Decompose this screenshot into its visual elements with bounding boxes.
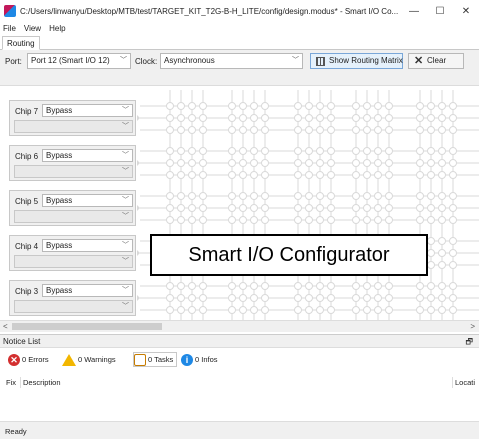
- infos-count: 0 Infos: [195, 355, 218, 364]
- tasks-filter-button[interactable]: 0 Tasks: [133, 352, 178, 367]
- chip-panel: Chip 6 Bypass ﹀ ﹀: [9, 145, 136, 181]
- title-bar: C:/Users/linwanyu/Desktop/MTB/test/TARGE…: [0, 0, 479, 22]
- clear-button[interactable]: ✕ Clear: [408, 53, 464, 69]
- chip-mode-select[interactable]: Bypass ﹀: [42, 149, 133, 162]
- warnings-filter-button[interactable]: 0 Warnings: [62, 352, 116, 367]
- chip-mode-value: Bypass: [46, 151, 73, 160]
- chip-mode-select[interactable]: Bypass ﹀: [42, 284, 133, 297]
- chip-label: Chip 5: [15, 197, 39, 206]
- notice-column-header: Fix Description Locati: [0, 375, 479, 389]
- menu-file[interactable]: File: [0, 24, 21, 33]
- close-icon: ✕: [414, 55, 424, 67]
- chevron-down-icon: ﹀: [122, 168, 129, 175]
- chevron-down-icon: ﹀: [122, 258, 129, 265]
- routing-canvas[interactable]: Chip 7 Bypass ﹀ ﹀ Chip 6 Bypass ﹀ ﹀ Chip…: [0, 88, 479, 320]
- chip-sub-select[interactable]: ﹀: [14, 120, 133, 133]
- scroll-right-icon[interactable]: >: [470, 321, 475, 332]
- error-icon: ✕: [8, 353, 20, 366]
- chevron-down-icon: ﹀: [122, 152, 129, 159]
- column-fix[interactable]: Fix: [6, 378, 16, 387]
- warning-icon: [62, 353, 76, 366]
- overlay-caption: Smart I/O Configurator: [150, 234, 428, 276]
- chip-mode-select[interactable]: Bypass ﹀: [42, 239, 133, 252]
- chevron-down-icon: ﹀: [122, 123, 129, 130]
- warnings-count: 0 Warnings: [78, 355, 116, 364]
- port-select-value: Port 12 (Smart I/O 12): [31, 56, 110, 65]
- chip-mode-select[interactable]: Bypass ﹀: [42, 194, 133, 207]
- infos-filter-button[interactable]: i 0 Infos: [181, 352, 218, 367]
- chevron-down-icon: ﹀: [122, 242, 129, 249]
- task-icon: [134, 353, 146, 366]
- chip-panel: Chip 5 Bypass ﹀ ﹀: [9, 190, 136, 226]
- window-title: C:/Users/linwanyu/Desktop/MTB/test/TARGE…: [20, 6, 399, 16]
- column-location[interactable]: Locati: [455, 378, 475, 387]
- status-bar: Ready: [0, 421, 479, 439]
- clock-label: Clock:: [135, 57, 158, 66]
- scroll-left-icon[interactable]: <: [3, 321, 8, 332]
- chip-panel: Chip 4 Bypass ﹀ ﹀: [9, 235, 136, 271]
- chip-label: Chip 3: [15, 287, 39, 296]
- chip-sub-select[interactable]: ﹀: [14, 300, 133, 313]
- port-label: Port:: [5, 57, 22, 66]
- chip-mode-value: Bypass: [46, 196, 73, 205]
- tab-bar: Routing: [0, 36, 479, 50]
- pin-icon[interactable]: 🗗: [465, 336, 473, 350]
- chip-mode-value: Bypass: [46, 106, 73, 115]
- chip-sub-select[interactable]: ﹀: [14, 210, 133, 223]
- chevron-down-icon: ﹀: [120, 57, 127, 64]
- port-select[interactable]: Port 12 (Smart I/O 12) ﹀: [27, 53, 131, 69]
- show-routing-matrix-button[interactable]: Show Routing Matrix: [310, 53, 403, 69]
- chip-sub-select[interactable]: ﹀: [14, 165, 133, 178]
- chip-mode-select[interactable]: Bypass ﹀: [42, 104, 133, 117]
- info-icon: i: [181, 353, 193, 366]
- chip-panel: Chip 3 Bypass ﹀ ﹀: [9, 280, 136, 316]
- column-separator: [20, 377, 21, 388]
- scrollbar-thumb[interactable]: [12, 323, 162, 330]
- menu-bar: File View Help: [0, 22, 71, 35]
- column-description[interactable]: Description: [23, 378, 61, 387]
- minimize-button[interactable]: —: [401, 6, 427, 17]
- chevron-down-icon: ﹀: [122, 287, 129, 294]
- app-icon: [4, 5, 16, 17]
- matrix-icon: [316, 57, 325, 66]
- errors-count: 0 Errors: [22, 355, 49, 364]
- menu-view[interactable]: View: [21, 24, 46, 33]
- status-text: Ready: [5, 427, 27, 436]
- chip-panel: Chip 7 Bypass ﹀ ﹀: [9, 100, 136, 136]
- horizontal-scrollbar[interactable]: < >: [0, 320, 479, 332]
- clock-select-value: Asynchronous: [164, 56, 215, 65]
- notice-list-body: [0, 389, 479, 421]
- errors-filter-button[interactable]: ✕ 0 Errors: [8, 352, 49, 367]
- menu-help[interactable]: Help: [46, 24, 70, 33]
- chip-label: Chip 4: [15, 242, 39, 251]
- chevron-down-icon: ﹀: [122, 213, 129, 220]
- chevron-down-icon: ﹀: [122, 303, 129, 310]
- chip-mode-value: Bypass: [46, 286, 73, 295]
- chip-label: Chip 6: [15, 152, 39, 161]
- clear-label: Clear: [427, 56, 447, 65]
- chevron-down-icon: ﹀: [122, 107, 129, 114]
- chevron-down-icon: ﹀: [122, 197, 129, 204]
- chip-mode-value: Bypass: [46, 241, 73, 250]
- maximize-button[interactable]: ☐: [427, 6, 453, 17]
- clock-select[interactable]: Asynchronous ﹀: [160, 53, 303, 69]
- chevron-down-icon: ﹀: [292, 57, 299, 64]
- close-button[interactable]: ✕: [453, 6, 479, 17]
- show-routing-matrix-label: Show Routing Matrix: [329, 56, 403, 65]
- tab-routing[interactable]: Routing: [2, 36, 40, 50]
- toolbar: Port: Port 12 (Smart I/O 12) ﹀ Clock: As…: [0, 50, 479, 86]
- notice-list-title: Notice List: [3, 337, 41, 346]
- chip-sub-select[interactable]: ﹀: [14, 255, 133, 268]
- column-separator: [452, 377, 453, 388]
- chip-label: Chip 7: [15, 107, 39, 116]
- notice-list-header: Notice List 🗗: [0, 334, 479, 348]
- tasks-count: 0 Tasks: [148, 355, 174, 364]
- notice-filter-bar: ✕ 0 Errors 0 Warnings 0 Tasks i 0 Infos: [0, 349, 479, 369]
